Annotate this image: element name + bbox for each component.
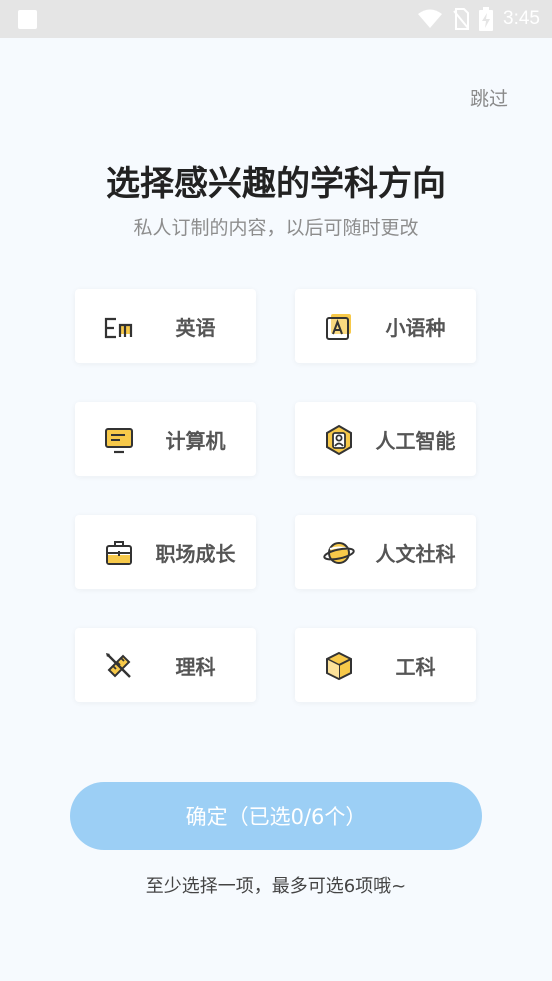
subject-card-english[interactable]: 英语 [75, 289, 256, 363]
subject-label: 计算机 [165, 428, 226, 453]
skip-button[interactable]: 跳过 [470, 84, 508, 111]
subject-label: 英语 [175, 315, 216, 340]
subject-grid: 英语 小语种 计算机 人工智能 职场成长 人文社科 理科 工科 [75, 289, 476, 702]
subject-label: 人文社科 [375, 541, 456, 566]
page-title: 选择感兴趣的学科方向 [106, 164, 446, 204]
subject-label: 人工智能 [375, 428, 456, 453]
subject-label: 理科 [175, 654, 216, 679]
subject-card-humanities[interactable]: 人文社科 [295, 515, 476, 589]
cube-icon [326, 651, 352, 681]
subject-card-computer[interactable]: 计算机 [75, 402, 256, 476]
status-bar: 3:45 [0, 0, 552, 38]
status-time: 3:45 [503, 8, 540, 29]
subject-card-minor-language[interactable]: 小语种 [295, 289, 476, 363]
english-en-icon [104, 317, 133, 339]
notification-square-icon [18, 10, 37, 29]
subject-card-career[interactable]: 职场成长 [75, 515, 256, 589]
subject-label: 小语种 [385, 315, 446, 340]
planet-icon [323, 542, 355, 564]
subject-card-science[interactable]: 理科 [75, 628, 256, 702]
page-subtitle: 私人订制的内容，以后可随时更改 [133, 217, 419, 239]
ai-person-hexagon-icon [326, 424, 352, 456]
no-sim-icon [453, 8, 470, 30]
confirm-button[interactable]: 确定（已选0/6个） [70, 782, 482, 850]
subject-card-ai[interactable]: 人工智能 [295, 402, 476, 476]
language-a-icon [326, 314, 351, 340]
selection-hint: 至少选择一项，最多可选6项哦~ [145, 876, 407, 897]
briefcase-icon [106, 541, 132, 565]
subject-card-engineering[interactable]: 工科 [295, 628, 476, 702]
subject-label: 工科 [395, 654, 436, 679]
monitor-icon [105, 428, 133, 454]
battery-charging-icon [479, 7, 494, 31]
wifi-icon [418, 9, 443, 28]
subject-label: 职场成长 [155, 541, 236, 566]
ruler-pencil-icon [106, 653, 131, 678]
